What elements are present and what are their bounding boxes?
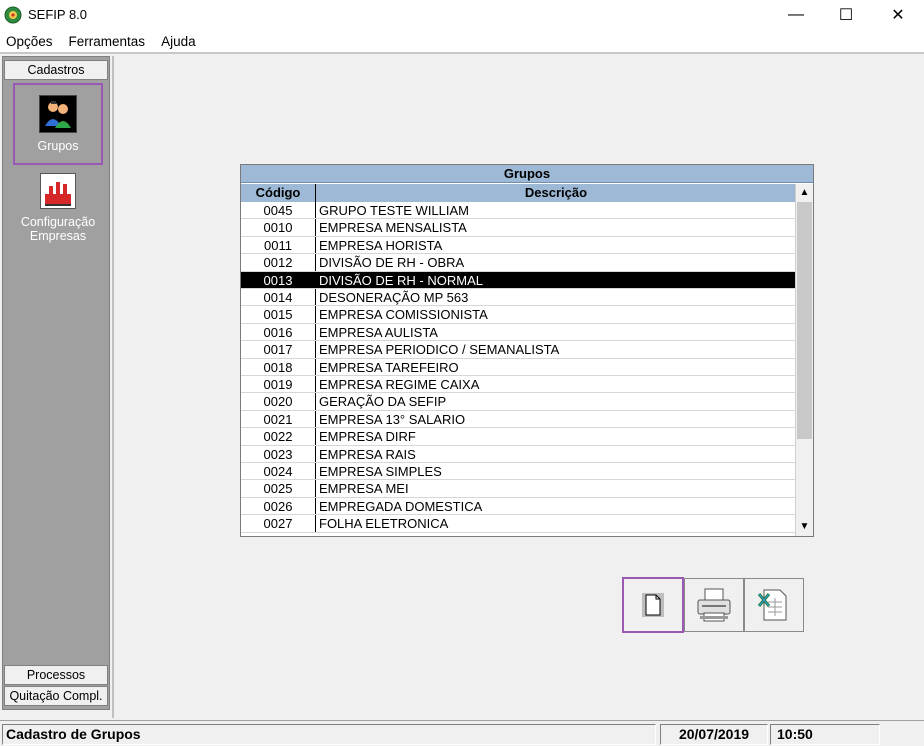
cell-descricao: GRUPO TESTE WILLIAM [319, 203, 470, 218]
table-row[interactable]: 0016 EMPRESA AULISTA [241, 323, 795, 342]
export-excel-button[interactable] [744, 578, 804, 632]
cell-codigo: 0024 [241, 463, 316, 480]
table-row[interactable]: 0021 EMPRESA 13° SALARIO [241, 410, 795, 429]
table-row[interactable]: 0019 EMPRESA REGIME CAIXA [241, 376, 795, 394]
table-row[interactable]: 0023 EMPRESA RAIS [241, 445, 795, 463]
table-row[interactable]: 0018 EMPRESA TAREFEIRO [241, 358, 795, 376]
printer-icon [697, 588, 731, 622]
cell-codigo: 0020 [241, 393, 316, 410]
cell-codigo: 0026 [241, 497, 316, 515]
sidebar-header-cadastros[interactable]: Cadastros [4, 60, 108, 80]
cell-codigo: 0027 [241, 515, 316, 532]
menu-divider [0, 52, 924, 54]
cell-descricao: EMPRESA REGIME CAIXA [319, 377, 480, 392]
sidebar-header-quitacao[interactable]: Quitação Compl. [4, 686, 108, 706]
cell-descricao: EMPRESA MEI [319, 481, 409, 497]
table-row[interactable]: 0014 DESONERAÇÃO MP 563 [241, 289, 795, 307]
new-button[interactable] [622, 577, 684, 633]
table-row[interactable]: 0013 DIVISÃO DE RH - NORMAL [241, 271, 795, 289]
column-header-codigo[interactable]: Código [241, 184, 316, 202]
print-button[interactable] [684, 578, 744, 632]
grid-body: 0045 GRUPO TESTE WILLIAM 0010 EMPRESA MENSA… [241, 202, 795, 536]
app-logo-icon [4, 6, 22, 24]
cell-codigo: 0012 [241, 254, 316, 271]
table-row[interactable]: 0025 EMPRESA MEI [241, 480, 795, 498]
status-text: Cadastro de Grupos [2, 724, 656, 745]
scrollbar-thumb[interactable] [797, 202, 812, 439]
cell-codigo: 0025 [241, 480, 316, 497]
cell-descricao: EMPRESA DIRF [319, 429, 416, 445]
cell-descricao: EMPRESA SIMPLES [319, 464, 442, 479]
minimize-button[interactable]: — [772, 0, 820, 30]
cell-codigo: 0019 [241, 376, 316, 393]
groups-grid: Grupos Código Descrição 0045 GRUPO TESTE … [240, 164, 814, 537]
title-bar: SEFIP 8.0 — ☐ ✕ [0, 0, 924, 30]
panel-divider [112, 56, 114, 718]
maximize-button[interactable]: ☐ [822, 0, 870, 30]
sidebar-item-grupos[interactable]: Grupos [13, 83, 103, 165]
table-row[interactable]: 0022 EMPRESA DIRF [241, 428, 795, 446]
sidebar: Cadastros Grupos Configuração Empresas P… [2, 56, 110, 710]
cell-codigo: 0015 [241, 306, 316, 323]
status-date: 20/07/2019 [660, 724, 768, 745]
table-row[interactable]: 0020 GERAÇÃO DA SEFIP [241, 393, 795, 411]
menu-opcoes[interactable]: Opções [6, 34, 53, 49]
menu-bar: Opções Ferramentas Ajuda [0, 30, 924, 52]
cell-descricao: FOLHA ELETRONICA [319, 516, 449, 532]
cell-descricao: EMPRESA COMISSIONISTA [319, 307, 488, 323]
cell-codigo: 0023 [241, 445, 316, 462]
vertical-scrollbar[interactable]: ▲ ▼ [795, 184, 813, 536]
scroll-up-arrow-icon[interactable]: ▲ [796, 184, 813, 201]
cell-descricao: DESONERAÇÃO MP 563 [319, 290, 469, 305]
users-icon [39, 95, 77, 133]
sidebar-item-label: Configuração Empresas [20, 215, 96, 243]
menu-ferramentas[interactable]: Ferramentas [69, 34, 146, 49]
table-row[interactable]: 0027 FOLHA ELETRONICA [241, 515, 795, 533]
cell-descricao: DIVISÃO DE RH - NORMAL [319, 272, 483, 288]
cell-codigo: 0018 [241, 358, 316, 375]
cell-descricao: EMPREGADA DOMESTICA [319, 498, 483, 514]
window-title: SEFIP 8.0 [28, 7, 88, 22]
table-row[interactable]: 0010 EMPRESA MENSALISTA [241, 219, 795, 237]
cell-descricao: EMPRESA HORISTA [319, 237, 443, 253]
factory-icon [40, 173, 76, 209]
cell-codigo: 0011 [241, 236, 316, 254]
status-bar: Cadastro de Grupos 20/07/2019 10:50 [0, 720, 924, 746]
cell-codigo: 0016 [241, 323, 316, 341]
scroll-down-arrow-icon[interactable]: ▼ [796, 518, 813, 535]
sidebar-item-configuracao-empresas[interactable]: Configuração Empresas [13, 169, 103, 249]
cell-descricao: EMPRESA PERIODICO / SEMANALISTA [319, 342, 560, 358]
sidebar-header-processos[interactable]: Processos [4, 665, 108, 685]
cell-codigo: 0045 [241, 202, 316, 219]
table-row[interactable]: 0015 EMPRESA COMISSIONISTA [241, 306, 795, 324]
cell-descricao: GERAÇÃO DA SEFIP [319, 394, 447, 410]
cell-codigo: 0014 [241, 289, 316, 306]
cell-descricao: EMPRESA 13° SALARIO [319, 411, 466, 427]
cell-codigo: 0010 [241, 219, 316, 236]
table-row[interactable]: 0011 EMPRESA HORISTA [241, 236, 795, 255]
cell-descricao: EMPRESA TAREFEIRO [319, 359, 459, 375]
column-header-descricao[interactable]: Descrição [317, 184, 795, 202]
cell-descricao: DIVISÃO DE RH - OBRA [319, 255, 465, 271]
grid-title: Grupos [241, 165, 813, 183]
excel-icon [757, 589, 787, 621]
table-row[interactable]: 0017 EMPRESA PERIODICO / SEMANALISTA [241, 341, 795, 359]
table-row[interactable]: 0012 DIVISÃO DE RH - OBRA [241, 254, 795, 272]
close-button[interactable]: ✕ [874, 0, 922, 30]
cell-descricao: EMPRESA MENSALISTA [319, 220, 467, 236]
grid-header: Código Descrição [241, 184, 795, 202]
table-row[interactable]: 0045 GRUPO TESTE WILLIAM [241, 202, 795, 220]
menu-ajuda[interactable]: Ajuda [161, 34, 196, 49]
cell-codigo: 0022 [241, 428, 316, 445]
status-time: 10:50 [770, 724, 880, 745]
cell-descricao: EMPRESA AULISTA [319, 324, 438, 340]
cell-codigo: 0013 [241, 271, 316, 288]
cell-descricao: EMPRESA RAIS [319, 446, 416, 462]
new-document-icon [642, 593, 664, 617]
cell-codigo: 0017 [241, 341, 316, 358]
cell-codigo: 0021 [241, 410, 316, 428]
sidebar-item-label: Grupos [37, 139, 79, 153]
table-row[interactable]: 0024 EMPRESA SIMPLES [241, 463, 795, 481]
table-row[interactable]: 0026 EMPREGADA DOMESTICA [241, 497, 795, 516]
